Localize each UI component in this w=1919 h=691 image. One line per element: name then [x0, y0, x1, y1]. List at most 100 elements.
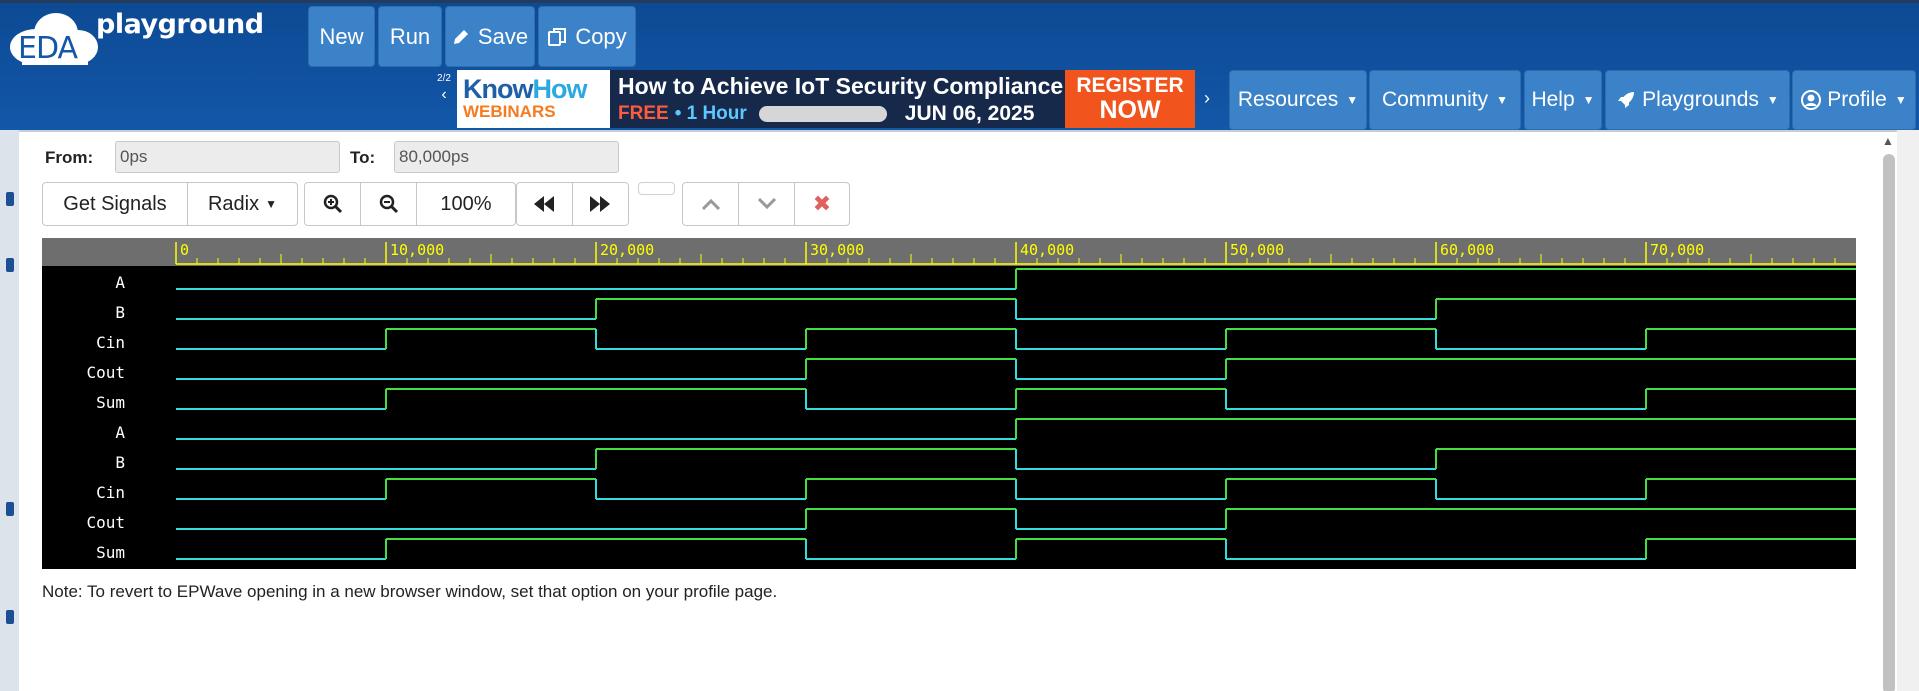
- pencil-icon: [453, 29, 468, 44]
- ruler-tick-label: 70,000: [1650, 241, 1704, 259]
- blank-button[interactable]: [638, 182, 675, 195]
- get-signals-label: Get Signals: [63, 192, 167, 215]
- ruler-tick-label: 30,000: [810, 241, 864, 259]
- community-menu[interactable]: Community ▼: [1369, 70, 1521, 130]
- zoom-button-group: 100%: [304, 182, 516, 226]
- signal-order-button-group: ✖: [682, 182, 850, 226]
- rocket-icon: [1618, 92, 1635, 108]
- playgrounds-menu[interactable]: Playgrounds ▼: [1605, 70, 1790, 130]
- signal-label[interactable]: A: [115, 273, 125, 292]
- banner-duration: • 1 Hour: [674, 103, 747, 124]
- run-button[interactable]: Run: [378, 6, 442, 67]
- ruler-tick-label: 20,000: [600, 241, 654, 259]
- signal-label[interactable]: Sum: [96, 543, 125, 562]
- zoom-level: 100%: [417, 183, 515, 225]
- banner-pager[interactable]: 2/2 ‹: [431, 73, 457, 129]
- fast-forward-icon: [590, 196, 611, 212]
- knowhow-brand: KnowHow WEBINARS: [457, 70, 610, 128]
- move-down-button[interactable]: [739, 183, 795, 225]
- save-button-label: Save: [477, 23, 529, 49]
- navigation-button-group: [516, 182, 629, 226]
- signal-label[interactable]: A: [115, 423, 125, 442]
- new-button-label: New: [319, 23, 364, 49]
- time-ruler: 0 10,000 20,000 30,000 40,000 50,000 60,000 70,…: [42, 238, 1856, 266]
- signals-button-group: Get Signals Radix ▼: [42, 182, 298, 226]
- signal-label[interactable]: Cin: [96, 333, 125, 352]
- caret-down-icon: ▼: [1582, 93, 1595, 107]
- banner-title: How to Achieve IoT Security Compliance: [618, 73, 1064, 99]
- zoom-level-value: 100%: [440, 192, 492, 215]
- eda-playground-logo[interactable]: EDA playground: [6, 9, 276, 69]
- panel-scrollbar[interactable]: ▲: [1882, 134, 1896, 691]
- banner-pager-count: 2/2: [437, 73, 451, 84]
- top-navbar: EDA playground New Run Save Copy 2/2 ‹ K…: [0, 0, 1919, 130]
- caret-down-icon: ▼: [1766, 93, 1779, 107]
- close-icon: ✖: [812, 191, 832, 216]
- help-label: Help: [1531, 88, 1575, 111]
- signal-label[interactable]: Cout: [86, 513, 125, 532]
- caret-down-icon: ▼: [1346, 93, 1359, 107]
- ruler-tick-label: 0: [180, 241, 189, 259]
- remove-signal-button[interactable]: ✖: [795, 183, 849, 225]
- to-input[interactable]: [394, 141, 619, 173]
- now-text: NOW: [1099, 96, 1161, 124]
- signal-label[interactable]: Sum: [96, 393, 125, 412]
- logo-eda-text: EDA: [18, 31, 78, 66]
- new-button[interactable]: New: [308, 6, 375, 67]
- zoom-out-icon: [379, 194, 398, 214]
- from-label: From:: [45, 148, 94, 167]
- user-icon: [1801, 90, 1822, 110]
- ruler-tick-label: 60,000: [1440, 241, 1494, 259]
- chevron-left-icon[interactable]: ‹: [431, 87, 457, 103]
- banner-slider-indicator: [758, 106, 887, 122]
- profile-label: Profile: [1827, 88, 1887, 111]
- signal-label[interactable]: B: [115, 453, 125, 472]
- brand-webinars: WEBINARS: [463, 102, 556, 121]
- resources-menu[interactable]: Resources ▼: [1229, 70, 1367, 130]
- fast-backward-icon: [534, 196, 555, 212]
- chevron-right-icon[interactable]: ›: [1204, 88, 1210, 109]
- help-menu[interactable]: Help ▼: [1524, 70, 1602, 130]
- signal-label[interactable]: Cout: [86, 363, 125, 382]
- copy-button-label: Copy: [575, 23, 627, 49]
- knowhow-logo: KnowHow: [463, 75, 604, 103]
- run-button-label: Run: [389, 23, 431, 49]
- brand-know: Know: [463, 74, 533, 104]
- caret-down-icon: ▼: [1894, 93, 1907, 107]
- copy-button[interactable]: Copy: [538, 6, 636, 67]
- move-up-button[interactable]: [683, 183, 739, 225]
- signal-label[interactable]: B: [115, 303, 125, 322]
- zoom-out-button[interactable]: [361, 183, 417, 225]
- copy-icon: [548, 27, 567, 46]
- ruler-tick-label: 10,000: [390, 241, 444, 259]
- sidebar-marker: [6, 610, 14, 624]
- chevron-up-icon: [701, 198, 720, 210]
- zoom-in-button[interactable]: [305, 183, 361, 225]
- radix-label: Radix: [207, 192, 260, 215]
- logo-playground-text: playground: [96, 9, 264, 40]
- waveform-area[interactable]: ABCinCoutSumABCinCoutSum: [42, 266, 1856, 569]
- save-button[interactable]: Save: [445, 6, 535, 67]
- webinar-banner-ad[interactable]: KnowHow WEBINARS How to Achieve IoT Secu…: [457, 70, 1195, 128]
- right-background-strip: [1897, 130, 1919, 691]
- profile-menu[interactable]: Profile ▼: [1792, 70, 1916, 130]
- zoom-in-icon: [323, 194, 342, 214]
- caret-down-icon: ▼: [1496, 93, 1509, 107]
- sidebar-marker: [6, 192, 14, 206]
- scroll-thumb[interactable]: [1883, 154, 1895, 691]
- scroll-up-icon[interactable]: ▲: [1882, 134, 1894, 148]
- banner-message: How to Achieve IoT Security Compliance F…: [610, 70, 1065, 128]
- get-signals-button[interactable]: Get Signals: [43, 183, 188, 225]
- signal-label[interactable]: Cin: [96, 483, 125, 502]
- resources-label: Resources: [1237, 88, 1339, 111]
- radix-dropdown[interactable]: Radix ▼: [188, 183, 297, 225]
- register-text: REGISTER: [1076, 74, 1184, 97]
- previous-edge-button[interactable]: [517, 183, 573, 225]
- chevron-down-icon: [757, 198, 776, 210]
- banner-free: FREE: [618, 103, 669, 124]
- register-now-button[interactable]: REGISTER NOW: [1065, 70, 1195, 128]
- ruler-tick-label: 50,000: [1230, 241, 1284, 259]
- waveform-viewer[interactable]: 0 10,000 20,000 30,000 40,000 50,000 60,000 70,…: [42, 238, 1856, 569]
- next-edge-button[interactable]: [573, 183, 629, 225]
- from-input[interactable]: [115, 141, 340, 173]
